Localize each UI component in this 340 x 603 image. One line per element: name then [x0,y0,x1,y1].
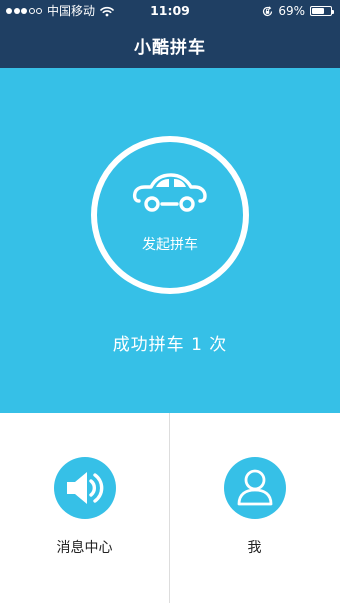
rotation-lock-icon [263,5,273,16]
speaker-icon [67,472,104,504]
start-carpool-button[interactable]: 发起拼车 [91,136,249,294]
battery-icon [310,6,334,16]
hero-panel: 发起拼车 成功拼车 1 次 [0,68,340,413]
page-title: 小酷拼车 [134,38,206,58]
status-bar: 中国移动 11:09 69% [0,0,340,22]
bottom-nav: 消息中心 我 [0,413,340,603]
success-count-text: 成功拼车 1 次 [112,335,228,355]
nav-item-me[interactable]: 我 [170,413,339,603]
battery-percent: 69% [278,4,305,18]
battery-nub [332,9,334,14]
start-carpool-label: 发起拼车 [142,237,198,253]
messages-icon-circle [54,457,116,519]
status-right: 69% [262,0,334,22]
app-screen: 中国移动 11:09 69% 小酷拼车 发起拼车 成功拼车 1 次 消息中心 我 [0,0,340,603]
nav-label-me: 我 [247,540,262,556]
header: 中国移动 11:09 69% 小酷拼车 [0,0,340,68]
nav-item-messages[interactable]: 消息中心 [0,413,169,603]
nav-label-messages: 消息中心 [56,540,113,556]
person-icon [237,469,273,506]
car-icon [132,173,207,212]
me-icon-circle [224,457,286,519]
battery-fill [312,8,325,14]
